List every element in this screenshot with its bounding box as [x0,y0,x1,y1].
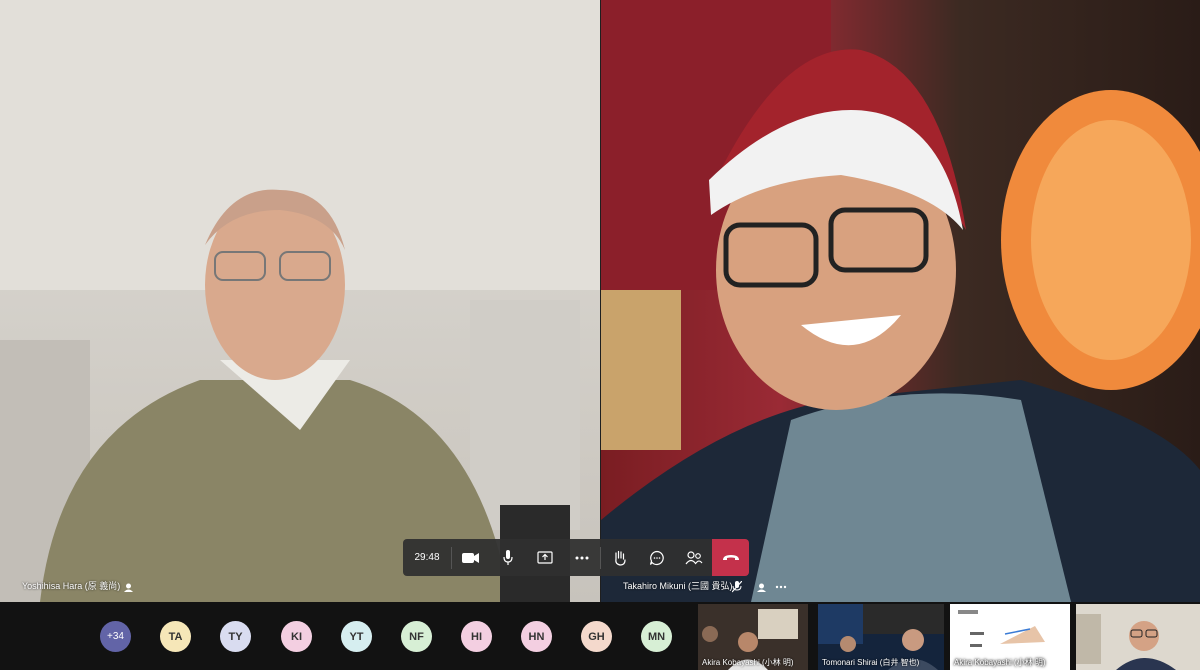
more-icon [575,556,588,559]
video-camera-icon [461,552,479,563]
raise-hand-button[interactable] [601,539,638,576]
microphone-button[interactable] [489,539,526,576]
participant-avatar[interactable]: YT [341,621,372,652]
participant-contact-icon [755,581,767,593]
participant-avatar[interactable]: MN [641,621,672,652]
video-thumbnail[interactable]: Akira Kobayashi (小林 明) [698,604,808,670]
camera-button[interactable] [452,539,489,576]
thumbnail-participant-name: Akira Kobayashi (小林 明) [702,658,794,667]
chat-button[interactable] [638,539,675,576]
participants-button[interactable] [675,539,712,576]
video-tile-yoshihisa-hara[interactable]: Yoshihisa Hara (原 義尚) [0,0,600,602]
participant-avatar[interactable]: HI [461,621,492,652]
participant-avatar[interactable]: TA [160,621,191,652]
muted-mic-icon [731,581,743,593]
video-thumbnail[interactable]: Tomonari Shirai (白井 智也) [818,604,944,670]
participant-strip: +34 TA TY KI YT NF HI HN GH MN Akira Kob… [0,602,1200,670]
phone-hangup-icon [722,554,739,560]
video-feed-left [0,0,600,602]
chat-icon [649,550,664,565]
participant-avatar[interactable]: GH [581,621,612,652]
more-options-icon[interactable] [775,581,787,593]
participant-avatar[interactable]: KI [281,621,312,652]
participant-contact-icon [122,581,134,593]
hang-up-button[interactable] [712,539,749,576]
more-actions-button[interactable] [563,539,600,576]
thumbnail-participant-name: Tomonari Shirai (白井 智也) [822,658,920,667]
share-screen-icon [536,551,553,564]
participant-avatar[interactable]: TY [220,621,251,652]
microphone-icon [502,549,513,565]
video-thumbnail[interactable] [1076,604,1200,670]
participant-avatar[interactable]: NF [401,621,432,652]
participant-name-right: Takahiro Mikuni (三國 貴弘) [623,581,733,591]
video-tile-takahiro-mikuni[interactable]: Takahiro Mikuni (三國 貴弘) [601,0,1200,602]
share-screen-button[interactable] [526,539,563,576]
video-feed-right [601,0,1200,602]
participant-avatar[interactable]: HN [521,621,552,652]
thumbnail-participant-name: Akira Kobayashi (小林 明) [954,658,1046,667]
thumbnail-video-feed [1076,604,1200,670]
call-controls-bar: 29:48 [403,539,749,576]
call-timer: 29:48 [414,552,440,563]
participant-name-left: Yoshihisa Hara (原 義尚) [22,581,121,591]
overflow-participants-badge[interactable]: +34 [100,621,131,652]
raise-hand-icon [614,550,626,566]
people-icon [685,550,702,564]
video-thumbnail[interactable]: Akira Kobayashi (小林 明) [950,604,1070,670]
